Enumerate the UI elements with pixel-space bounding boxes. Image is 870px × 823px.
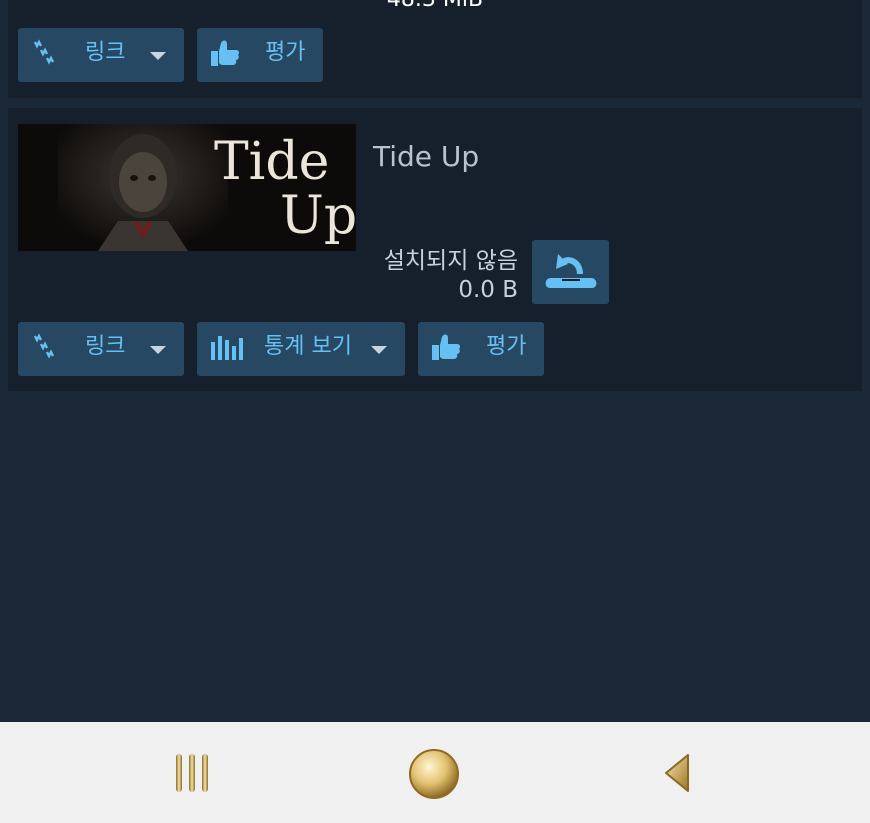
thumbnail-title-line-2: Up [280,186,356,246]
game-card: Tide Up Tide Up 설치되지 않음 0.0 B 링크 통계 보기 평… [8,108,862,391]
rate-label: 평가 [486,334,527,359]
stats-dropdown-button[interactable]: 통계 보기 [197,322,405,376]
previous-game-card: 48.3 MiB 링크 평가 [8,0,862,98]
link-dropdown-button[interactable]: 링크 [18,322,184,376]
link-dropdown-button[interactable]: 링크 [18,28,184,82]
link-label: 링크 [85,334,126,359]
dropdown-arrow-icon [150,52,166,60]
thumbs-up-icon [432,334,461,360]
thumbnail-title-line-1: Tide [214,132,330,192]
link-icon [33,39,55,65]
install-button[interactable] [532,240,609,304]
thumbnail-character-art [58,124,228,251]
back-icon[interactable] [660,752,696,794]
rate-button[interactable]: 평가 [197,28,323,82]
rate-button[interactable]: 평가 [418,322,544,376]
game-thumbnail[interactable]: Tide Up [18,124,356,251]
link-label: 링크 [85,40,126,65]
link-icon [33,333,55,359]
system-navigation-bar [0,722,870,823]
dropdown-arrow-icon [150,346,166,354]
rate-label: 평가 [265,40,306,65]
dropdown-arrow-icon [371,346,387,354]
install-status: 설치되지 않음 [383,248,518,274]
previous-game-size: 48.3 MiB [8,0,862,12]
recent-apps-icon[interactable] [172,750,212,796]
game-name[interactable]: Tide Up [373,140,479,173]
home-icon[interactable] [407,747,461,801]
game-size: 0.0 B [458,277,518,303]
stats-label: 통계 보기 [264,334,352,359]
thumbs-up-icon [211,40,240,66]
stats-bars-icon [211,336,243,360]
cloud-download-icon [545,254,597,288]
